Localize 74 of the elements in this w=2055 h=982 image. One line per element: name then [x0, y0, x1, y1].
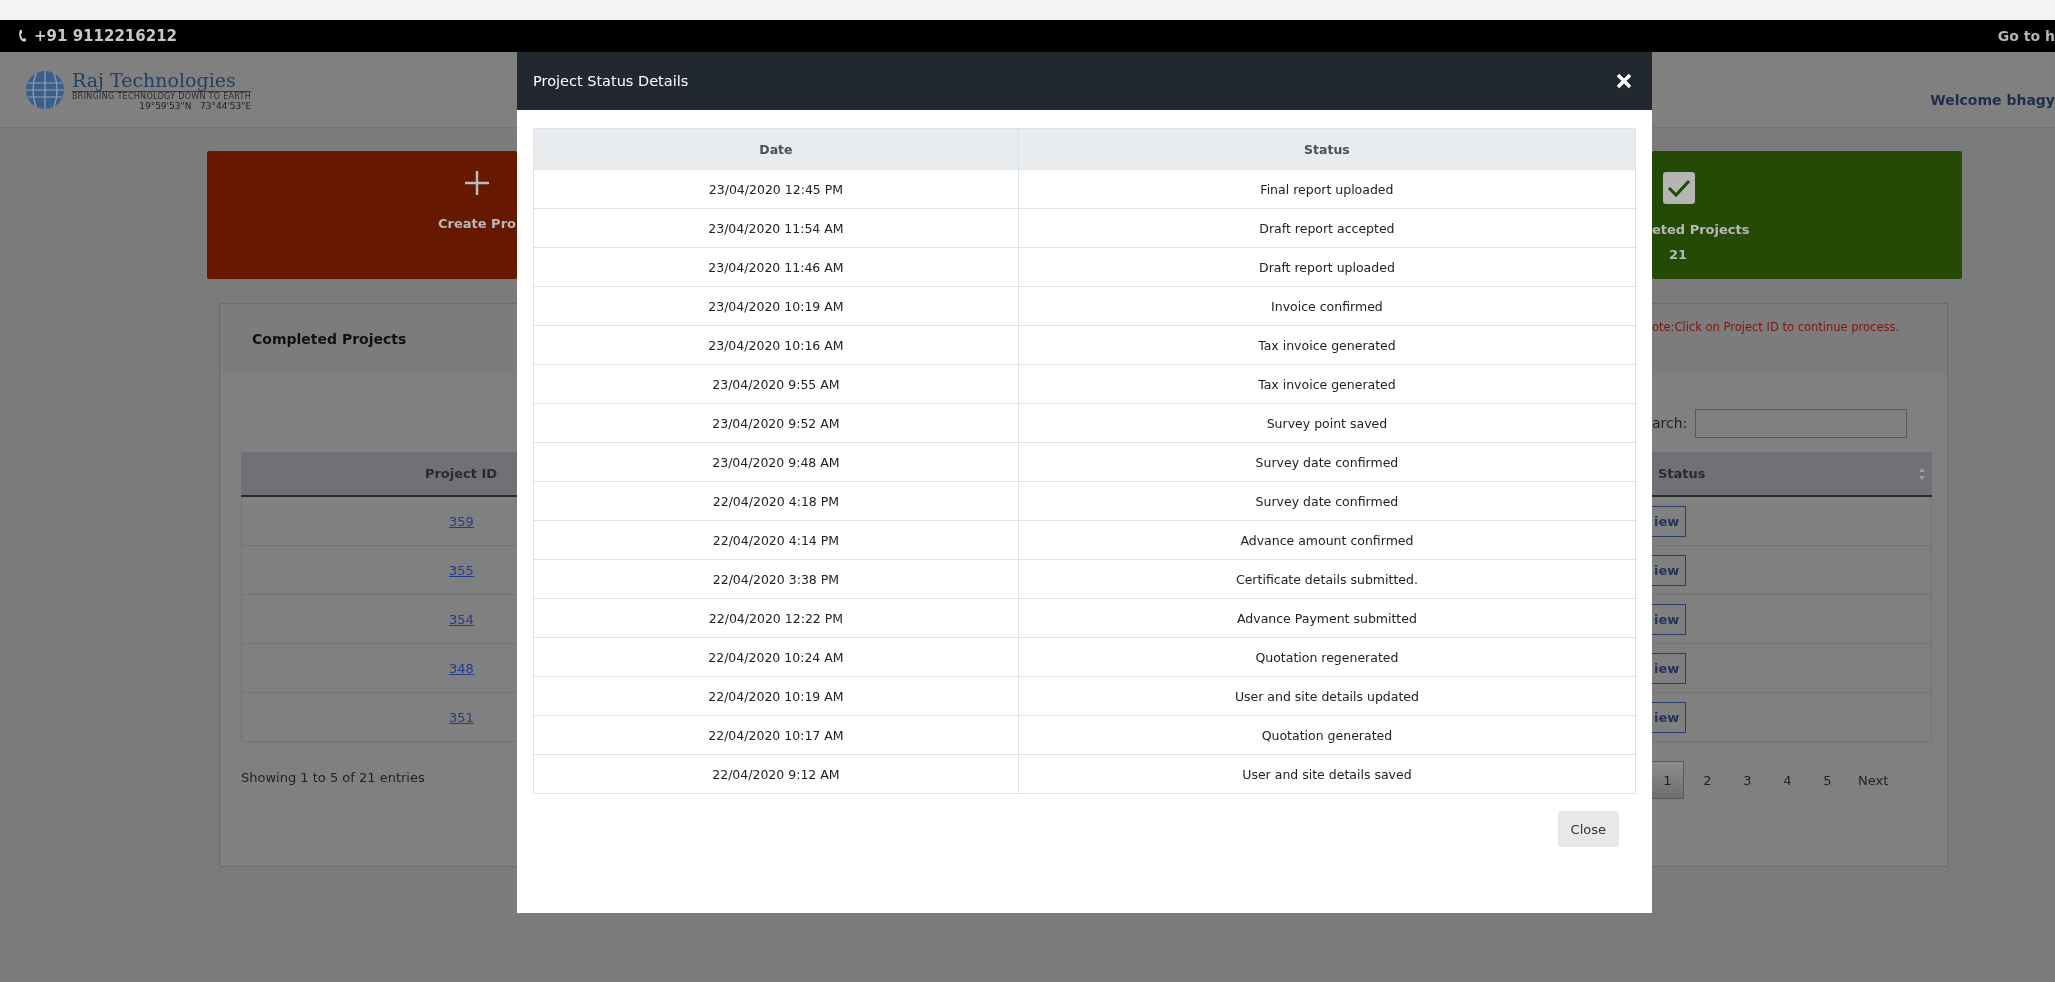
date-cell: 23/04/2020 10:16 AM [533, 325, 1019, 365]
status-cell: Quotation regenerated [1018, 637, 1636, 677]
date-cell: 23/04/2020 10:19 AM [533, 286, 1019, 326]
project-id-link[interactable]: 354 [449, 611, 474, 627]
close-button[interactable]: Close [1557, 811, 1619, 847]
page-button[interactable]: 1 [1652, 761, 1684, 799]
date-cell: 23/04/2020 9:55 AM [533, 364, 1019, 404]
view-button[interactable]: iew [1652, 701, 1687, 733]
view-button[interactable]: iew [1652, 603, 1687, 635]
status-cell: Survey date confirmed [1018, 442, 1636, 482]
status-cell: Draft report accepted [1018, 208, 1636, 248]
project-count: 21 [1669, 247, 1688, 262]
view-button[interactable]: iew [1652, 505, 1687, 537]
close-icon[interactable] [1616, 73, 1632, 89]
date-cell: 22/04/2020 12:22 PM [533, 598, 1019, 638]
phone-number: +91 9112216212 [18, 27, 178, 45]
home-link[interactable]: Go to h [1997, 28, 2055, 44]
create-project-tile[interactable]: Create Pro [207, 151, 517, 279]
view-button[interactable]: iew [1652, 554, 1687, 586]
search-field[interactable] [1695, 409, 1908, 438]
page-button[interactable]: 3 [1732, 761, 1764, 799]
project-id-link[interactable]: 355 [449, 562, 474, 578]
column-header: Status [1018, 128, 1636, 170]
welcome-text: Welcome bhagy [1930, 91, 2055, 108]
next-button[interactable]: Next [1852, 761, 1896, 799]
status-cell: Certificate details submitted. [1018, 559, 1636, 599]
date-cell: 23/04/2020 11:54 AM [533, 208, 1019, 248]
date-cell: 23/04/2020 9:48 AM [533, 442, 1019, 482]
column-header: Date [533, 128, 1019, 170]
brand-name: Raj Technologies [72, 68, 237, 91]
status-cell: Quotation generated [1018, 715, 1636, 755]
note-text: ote:Click on Project ID to continue process. [1652, 320, 1900, 336]
tile-label: Create Pro [438, 216, 516, 231]
date-cell: 22/04/2020 3:38 PM [533, 559, 1019, 599]
status-cell: Advance amount confirmed [1018, 520, 1636, 560]
page-button[interactable]: 5 [1812, 761, 1844, 799]
status-cell: Survey date confirmed [1018, 481, 1636, 521]
status-cell: Tax invoice generated [1018, 364, 1636, 404]
date-cell: 22/04/2020 10:24 AM [533, 637, 1019, 677]
date-cell: 23/04/2020 9:52 AM [533, 403, 1019, 443]
project-id-link[interactable]: 348 [449, 660, 474, 676]
tile-label: eted Projects [1652, 222, 1750, 237]
date-cell: 22/04/2020 4:14 PM [533, 520, 1019, 560]
status-cell: Draft report uploaded [1018, 247, 1636, 287]
checkbox-icon [1662, 171, 1696, 205]
status-cell: Final report uploaded [1018, 169, 1636, 209]
project-id-link[interactable]: 351 [449, 709, 474, 725]
view-button[interactable]: iew [1652, 652, 1687, 684]
date-cell: 22/04/2020 4:18 PM [533, 481, 1019, 521]
status-cell: Advance Payment submitted [1018, 598, 1636, 638]
plus-icon [464, 170, 490, 196]
card-title: Completed Projects [252, 331, 407, 347]
date-cell: 22/04/2020 10:17 AM [533, 715, 1019, 755]
sort-icon [1918, 466, 1926, 481]
status-cell: Survey point saved [1018, 403, 1636, 443]
date-cell: 23/04/2020 12:45 PM [533, 169, 1019, 209]
brand-coordinates: 19°59'53"N 73°44'53"E [138, 100, 252, 111]
completed-projects-tile[interactable]: eted Projects 21 [1652, 151, 1962, 279]
page-button[interactable]: 4 [1772, 761, 1804, 799]
entries-info: Showing 1 to 5 of 21 entries [241, 770, 426, 785]
table-header-cell[interactable]: Status [1652, 452, 1932, 497]
search-label: arch: [1652, 414, 1688, 433]
page-button[interactable]: 2 [1692, 761, 1724, 799]
date-cell: 22/04/2020 9:12 AM [533, 754, 1019, 794]
status-cell: User and site details updated [1018, 676, 1636, 716]
date-cell: 22/04/2020 10:19 AM [533, 676, 1019, 716]
date-cell: 23/04/2020 11:46 AM [533, 247, 1019, 287]
modal-title: Project Status Details [533, 73, 689, 89]
status-cell: Invoice confirmed [1018, 286, 1636, 326]
brand-tagline: BRINGING TECHNOLOGY DOWN TO EARTH [72, 90, 252, 101]
phone-icon [18, 29, 28, 43]
status-cell: Tax invoice generated [1018, 325, 1636, 365]
project-id-link[interactable]: 359 [449, 513, 474, 529]
status-cell: User and site details saved [1018, 754, 1636, 794]
